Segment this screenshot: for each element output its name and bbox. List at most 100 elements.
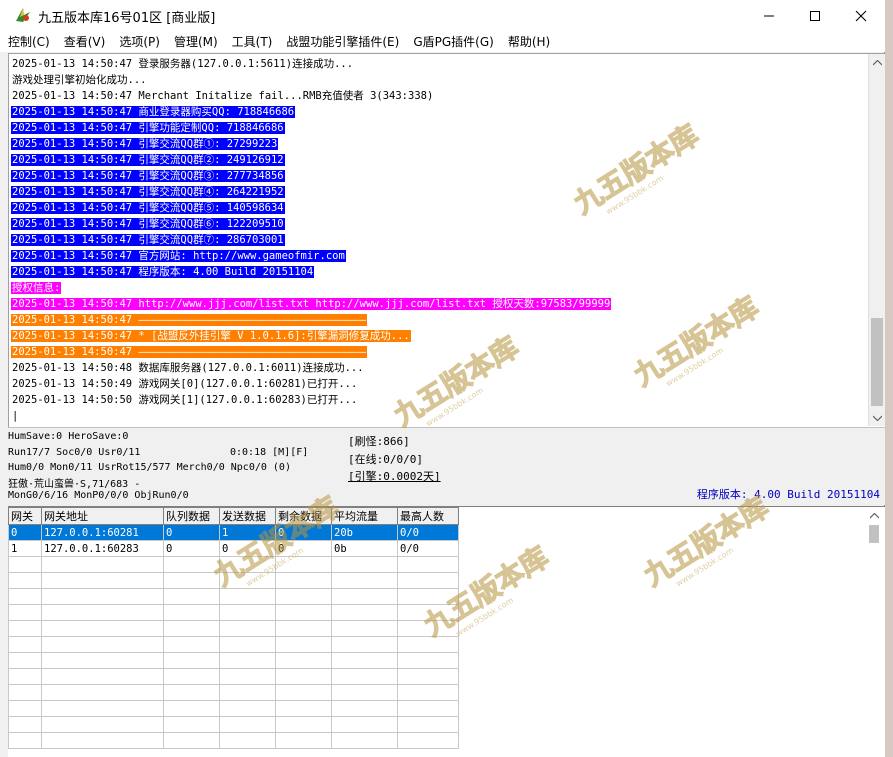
- col-max-users[interactable]: 最高人数: [397, 507, 459, 525]
- log-line: 2025-01-13 14:50:47 引擎交流QQ群②: 249126912: [11, 152, 867, 168]
- scroll-thumb[interactable]: [871, 318, 883, 406]
- col-queue[interactable]: 队列数据: [163, 507, 220, 525]
- close-button[interactable]: [838, 0, 884, 31]
- empty-cell: [41, 556, 164, 573]
- log-line: 2025-01-13 14:50:47 登录服务器(127.0.0.1:5611…: [11, 56, 867, 72]
- gateway-table[interactable]: 网关 网关地址 队列数据 发送数据 剩余数据 平均流量 最高人数 0 127.0.…: [8, 507, 459, 749]
- empty-cell: [219, 732, 276, 749]
- empty-cell: [331, 716, 398, 733]
- log-line: 2025-01-13 14:50:47 商业登录器购买QQ: 718846686: [11, 104, 867, 120]
- empty-cell: [331, 652, 398, 669]
- cell-address: 127.0.0.1:60283: [41, 540, 164, 557]
- menu-options[interactable]: 选项(P): [119, 33, 160, 50]
- log-line-text: |: [12, 410, 19, 422]
- log-scrollbar[interactable]: [868, 54, 885, 426]
- menu-view[interactable]: 查看(V): [64, 33, 106, 50]
- col-avg-traffic[interactable]: 平均流量: [331, 507, 398, 525]
- log-line: 2025-01-13 14:50:47 ————————————————————…: [11, 312, 867, 328]
- empty-cell: [219, 716, 276, 733]
- cell-address: 127.0.0.1:60281: [41, 524, 164, 541]
- arrow-up-icon: [873, 59, 882, 65]
- empty-cell: [219, 572, 276, 589]
- empty-cell: [219, 652, 276, 669]
- empty-cell: [331, 700, 398, 717]
- empty-cell: [275, 668, 332, 685]
- log-line: 2025-01-13 14:50:47 Merchant Initalize f…: [11, 88, 867, 104]
- status-engine: [引擎:0.0002天]: [348, 470, 441, 483]
- empty-cell: [41, 716, 164, 733]
- empty-row: [8, 652, 459, 669]
- title-bar[interactable]: 九五版本库16号01区 [商业版]: [0, 0, 885, 31]
- empty-cell: [8, 636, 42, 653]
- cell-max-users: 0/0: [397, 524, 459, 541]
- empty-row: [8, 620, 459, 637]
- menu-gshield-plugin[interactable]: G盾PG插件(G): [413, 33, 494, 50]
- grid-scroll-up-arrow[interactable]: [867, 509, 881, 523]
- empty-row: [8, 668, 459, 685]
- empty-cell: [163, 604, 220, 621]
- col-sent[interactable]: 发送数据: [219, 507, 276, 525]
- empty-cell: [163, 652, 220, 669]
- status-panel: HumSave:0 HeroSave:0 Run17/7 Soc0/0 Usr0…: [8, 427, 885, 505]
- log-line-text: 2025-01-13 14:50:48 数据库服务器(127.0.0.1:601…: [12, 362, 364, 374]
- empty-cell: [41, 684, 164, 701]
- log-line-text: 2025-01-13 14:50:47 登录服务器(127.0.0.1:5611…: [12, 58, 354, 70]
- log-line-text: 2025-01-13 14:50:47 * [战盟反外挂引擎 V 1.0.1.6…: [11, 330, 411, 342]
- cell-gateway: 0: [8, 524, 42, 541]
- empty-row: [8, 556, 459, 573]
- empty-row: [8, 604, 459, 621]
- empty-row: [8, 732, 459, 749]
- col-gateway[interactable]: 网关: [8, 507, 42, 525]
- empty-cell: [219, 556, 276, 573]
- log-line: 2025-01-13 14:50:47 http://www.jjj.com/l…: [11, 296, 867, 312]
- empty-cell: [8, 668, 42, 685]
- log-line: 2025-01-13 14:50:48 数据库服务器(127.0.0.1:601…: [11, 360, 867, 376]
- col-remaining[interactable]: 剩余数据: [275, 507, 332, 525]
- empty-cell: [8, 700, 42, 717]
- scroll-up-arrow[interactable]: [869, 54, 885, 71]
- empty-cell: [163, 668, 220, 685]
- log-panel[interactable]: 2025-01-13 14:50:47 登录服务器(127.0.0.1:5611…: [8, 53, 885, 427]
- main-window: 九五版本库16号01区 [商业版] 控制(C) 查看(V) 选项(P) 管理(M…: [0, 0, 885, 757]
- status-run: Run17/7 Soc0/0 Usr0/11: [8, 447, 141, 458]
- log-line: 2025-01-13 14:50:47 引擎功能定制QQ: 718846686: [11, 120, 867, 136]
- col-address[interactable]: 网关地址: [41, 507, 164, 525]
- empty-cell: [397, 732, 459, 749]
- arrow-up-icon: [869, 513, 879, 519]
- table-row[interactable]: 0 127.0.0.1:60281 0 1 0 20b 0/0: [8, 524, 459, 541]
- empty-cell: [163, 732, 220, 749]
- log-line: 2025-01-13 14:50:49 游戏网关[0](127.0.0.1:60…: [11, 376, 867, 392]
- log-line-text: 2025-01-13 14:50:47 引擎交流QQ群⑥: 122209510: [11, 218, 285, 230]
- empty-cell: [275, 716, 332, 733]
- cell-queue: 0: [163, 540, 220, 557]
- table-row[interactable]: 1 127.0.0.1:60283 0 0 0 0b 0/0: [8, 540, 459, 557]
- grid-scroll-thumb[interactable]: [869, 525, 879, 543]
- empty-cell: [8, 556, 42, 573]
- empty-cell: [219, 684, 276, 701]
- log-line-text: 2025-01-13 14:50:47 商业登录器购买QQ: 718846686: [11, 106, 296, 118]
- log-line: 2025-01-13 14:50:47 官方网站: http://www.gam…: [11, 248, 867, 264]
- cell-gateway: 1: [8, 540, 42, 557]
- grid-scrollbar[interactable]: [865, 507, 885, 757]
- empty-cell: [41, 636, 164, 653]
- empty-cell: [219, 620, 276, 637]
- empty-cell: [275, 620, 332, 637]
- log-line: 2025-01-13 14:50:47 * [战盟反外挂引擎 V 1.0.1.6…: [11, 328, 867, 344]
- cell-max-users: 0/0: [397, 540, 459, 557]
- menu-control[interactable]: 控制(C): [8, 33, 50, 50]
- minimize-button[interactable]: [746, 0, 792, 31]
- empty-cell: [8, 588, 42, 605]
- menu-tools[interactable]: 工具(T): [232, 33, 273, 50]
- empty-cell: [219, 588, 276, 605]
- maximize-button[interactable]: [792, 0, 838, 31]
- scroll-down-arrow[interactable]: [869, 409, 885, 426]
- log-line-text: 2025-01-13 14:50:50 游戏网关[1](127.0.0.1:60…: [12, 394, 358, 406]
- menu-manage[interactable]: 管理(M): [174, 33, 218, 50]
- empty-cell: [41, 700, 164, 717]
- empty-cell: [163, 716, 220, 733]
- menu-help[interactable]: 帮助(H): [508, 33, 550, 50]
- log-line: 2025-01-13 14:50:47 引擎交流QQ群⑦: 286703001: [11, 232, 867, 248]
- empty-cell: [397, 668, 459, 685]
- menu-engine-plugin[interactable]: 战盟功能引擎插件(E): [286, 33, 399, 50]
- table-header-row: 网关 网关地址 队列数据 发送数据 剩余数据 平均流量 最高人数: [8, 507, 459, 525]
